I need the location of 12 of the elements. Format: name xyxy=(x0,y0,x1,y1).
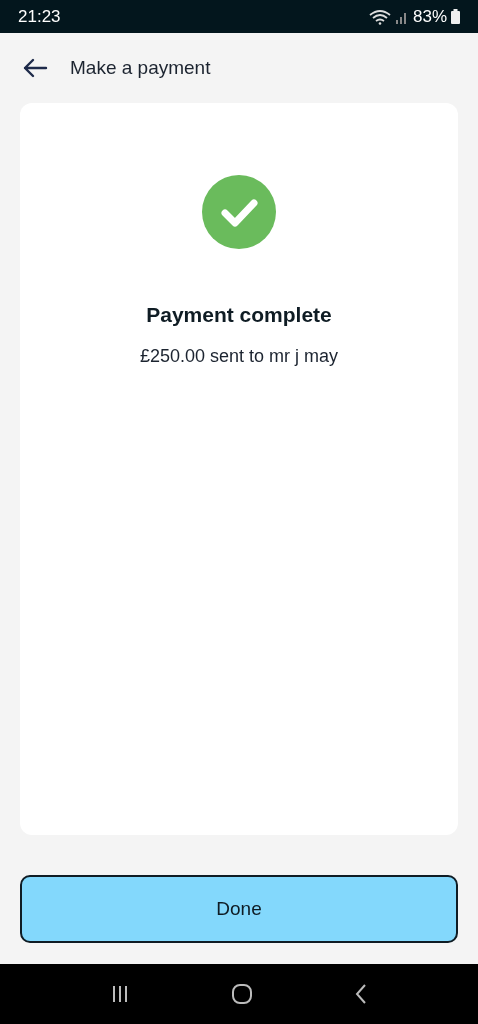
confirmation-message: £250.00 sent to mr j may xyxy=(139,344,339,368)
time: 21:23 xyxy=(18,5,61,28)
wifi-icon xyxy=(368,8,391,25)
back-arrow-icon[interactable] xyxy=(22,58,48,78)
battery-icon xyxy=(451,9,460,24)
back-icon[interactable] xyxy=(353,983,368,1005)
home-icon[interactable] xyxy=(231,983,253,1005)
battery-level: 83% xyxy=(412,5,447,28)
page-title: Make a payment xyxy=(70,55,211,80)
done-button[interactable]: Done xyxy=(20,875,458,943)
confirmation-title: Payment complete xyxy=(146,302,332,328)
check-circle-icon xyxy=(202,175,276,249)
